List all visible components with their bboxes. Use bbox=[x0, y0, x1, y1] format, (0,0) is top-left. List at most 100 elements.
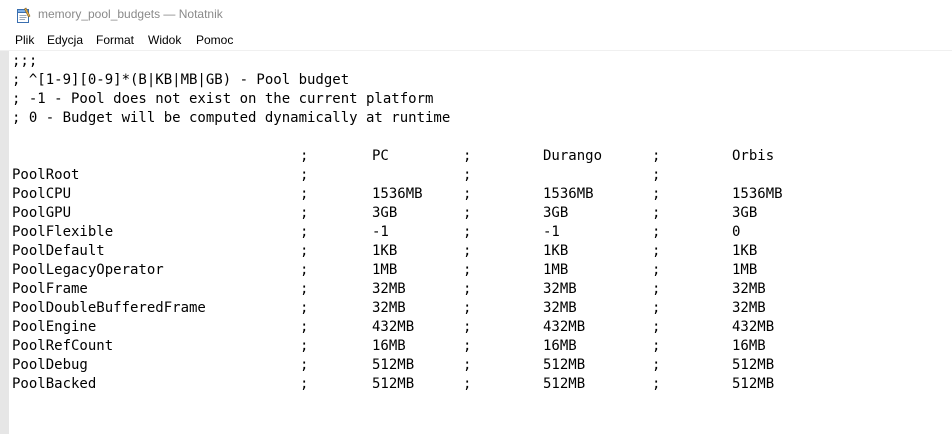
table-row: PoolCPU; 1536MB; 1536MB; 1536MB bbox=[12, 185, 912, 204]
column-separator: ; bbox=[300, 167, 309, 183]
column-separator: ; bbox=[652, 281, 661, 297]
value-durango: -1 bbox=[543, 224, 560, 240]
header-durango: Durango bbox=[543, 148, 603, 164]
column-separator: ; bbox=[463, 262, 472, 278]
column-separator: ; bbox=[300, 243, 309, 259]
value-orbis: 1KB bbox=[732, 243, 758, 259]
comment-line: ; 0 - Budget will be computed dynamicall… bbox=[12, 110, 451, 126]
column-separator: ; bbox=[300, 262, 309, 278]
column-separator: ; bbox=[652, 148, 661, 164]
window-title: memory_pool_budgets — Notatnik bbox=[38, 7, 223, 21]
menu-file[interactable]: Plik bbox=[15, 33, 34, 47]
value-orbis: 32MB bbox=[732, 300, 766, 316]
table-row: PoolFrame; 32MB; 32MB; 32MB bbox=[12, 280, 912, 299]
value-pc: -1 bbox=[372, 224, 389, 240]
column-separator: ; bbox=[300, 224, 309, 240]
pool-name: PoolBacked bbox=[12, 376, 97, 392]
value-durango: 32MB bbox=[543, 281, 577, 297]
value-orbis: 32MB bbox=[732, 281, 766, 297]
table-row: PoolBacked; 512MB; 512MB; 512MB bbox=[12, 375, 912, 394]
column-separator: ; bbox=[652, 319, 661, 335]
value-pc: 432MB bbox=[372, 319, 415, 335]
value-pc: 512MB bbox=[372, 357, 415, 373]
column-separator: ; bbox=[652, 167, 661, 183]
column-separator: ; bbox=[463, 357, 472, 373]
pool-name: PoolCPU bbox=[12, 186, 72, 202]
value-orbis: 3GB bbox=[732, 205, 758, 221]
header-pc: PC bbox=[372, 148, 389, 164]
column-separator: ; bbox=[300, 148, 309, 164]
pool-name: PoolDefault bbox=[12, 243, 105, 259]
pool-name: PoolFlexible bbox=[12, 224, 114, 240]
menu-view[interactable]: Widok bbox=[148, 33, 181, 47]
value-durango: 32MB bbox=[543, 300, 577, 316]
value-durango: 1536MB bbox=[543, 186, 594, 202]
column-separator: ; bbox=[300, 300, 309, 316]
column-separator: ; bbox=[300, 376, 309, 392]
column-separator: ; bbox=[463, 224, 472, 240]
value-durango: 512MB bbox=[543, 376, 586, 392]
value-pc: 1MB bbox=[372, 262, 398, 278]
column-separator: ; bbox=[652, 262, 661, 278]
value-orbis: 512MB bbox=[732, 357, 775, 373]
column-separator: ; bbox=[652, 205, 661, 221]
table-row: PoolFlexible; -1; -1; 0 bbox=[12, 223, 912, 242]
menu-bar: Plik Edycja Format Widok Pomoc bbox=[0, 30, 952, 51]
column-separator: ; bbox=[652, 243, 661, 259]
table-row: PoolDoubleBufferedFrame; 32MB; 32MB; 32MB bbox=[12, 299, 912, 318]
pool-name: PoolLegacyOperator bbox=[12, 262, 164, 278]
column-separator: ; bbox=[652, 224, 661, 240]
pool-name: PoolEngine bbox=[12, 319, 97, 335]
value-orbis: 1MB bbox=[732, 262, 758, 278]
comment-line: ;;; bbox=[12, 53, 38, 69]
value-orbis: 512MB bbox=[732, 376, 775, 392]
value-pc: 32MB bbox=[372, 281, 406, 297]
value-pc: 1KB bbox=[372, 243, 398, 259]
column-separator: ; bbox=[463, 205, 472, 221]
column-separator: ; bbox=[463, 148, 472, 164]
column-separator: ; bbox=[300, 281, 309, 297]
value-orbis: 16MB bbox=[732, 338, 766, 354]
desktop-edge bbox=[0, 51, 9, 434]
value-pc: 1536MB bbox=[372, 186, 423, 202]
column-separator: ; bbox=[463, 186, 472, 202]
pool-name: PoolDebug bbox=[12, 357, 88, 373]
text-editor[interactable]: ;;; ; ^[1-9][0-9]*(B|KB|MB|GB) - Pool bu… bbox=[9, 51, 952, 434]
title-bar[interactable]: memory_pool_budgets — Notatnik bbox=[0, 0, 952, 30]
column-separator: ; bbox=[300, 205, 309, 221]
column-separator: ; bbox=[300, 338, 309, 354]
column-separator: ; bbox=[300, 357, 309, 373]
menu-edit[interactable]: Edycja bbox=[47, 33, 83, 47]
column-separator: ; bbox=[463, 300, 472, 316]
column-separator: ; bbox=[652, 376, 661, 392]
column-separator: ; bbox=[300, 319, 309, 335]
value-pc: 32MB bbox=[372, 300, 406, 316]
table-row: PoolLegacyOperator; 1MB; 1MB; 1MB bbox=[12, 261, 912, 280]
pool-name: PoolRoot bbox=[12, 167, 80, 183]
value-durango: 512MB bbox=[543, 357, 586, 373]
column-separator: ; bbox=[463, 167, 472, 183]
value-pc: 512MB bbox=[372, 376, 415, 392]
value-durango: 1MB bbox=[543, 262, 569, 278]
column-separator: ; bbox=[463, 281, 472, 297]
column-separator: ; bbox=[463, 319, 472, 335]
menu-help[interactable]: Pomoc bbox=[196, 33, 233, 47]
header-orbis: Orbis bbox=[732, 148, 775, 164]
column-separator: ; bbox=[652, 338, 661, 354]
column-separator: ; bbox=[463, 243, 472, 259]
column-separator: ; bbox=[463, 376, 472, 392]
pool-name: PoolDoubleBufferedFrame bbox=[12, 300, 206, 316]
menu-format[interactable]: Format bbox=[96, 33, 134, 47]
column-separator: ; bbox=[463, 338, 472, 354]
value-orbis: 1536MB bbox=[732, 186, 783, 202]
column-separator: ; bbox=[652, 300, 661, 316]
table-row: PoolDefault; 1KB; 1KB; 1KB bbox=[12, 242, 912, 261]
pool-name: PoolRefCount bbox=[12, 338, 114, 354]
comment-line: ; ^[1-9][0-9]*(B|KB|MB|GB) - Pool budget bbox=[12, 72, 350, 88]
notepad-icon bbox=[17, 7, 31, 23]
column-separator: ; bbox=[652, 357, 661, 373]
value-durango: 1KB bbox=[543, 243, 569, 259]
table-row: PoolDebug; 512MB; 512MB; 512MB bbox=[12, 356, 912, 375]
comment-line: ; -1 - Pool does not exist on the curren… bbox=[12, 91, 434, 107]
column-separator: ; bbox=[652, 186, 661, 202]
